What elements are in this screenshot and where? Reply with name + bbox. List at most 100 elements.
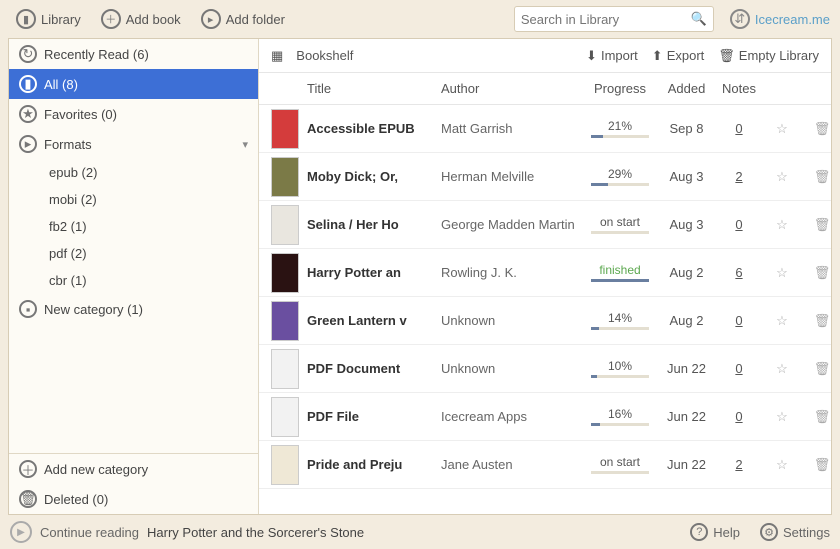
sidebar-item-format[interactable]: fb2 (1): [9, 213, 258, 240]
favorite-toggle[interactable]: ☆: [764, 313, 800, 329]
table-row[interactable]: PDF FileIcecream Apps16%Jun 220☆🗑: [259, 393, 831, 441]
help-button[interactable]: ? Help: [690, 523, 740, 541]
sidebar-item-deleted[interactable]: 🗑 Deleted (0): [9, 484, 258, 514]
delete-button[interactable]: 🗑: [804, 121, 831, 137]
delete-button[interactable]: 🗑: [804, 265, 831, 281]
book-author: Rowling J. K.: [441, 265, 581, 280]
import-label: Import: [601, 48, 638, 63]
book-title: Accessible EPUB: [307, 121, 437, 136]
delete-button[interactable]: 🗑: [804, 217, 831, 233]
sidebar-item-format[interactable]: mobi (2): [9, 186, 258, 213]
delete-button[interactable]: 🗑: [804, 313, 831, 329]
settings-label: Settings: [783, 525, 830, 540]
delete-button[interactable]: 🗑: [804, 361, 831, 377]
col-author[interactable]: Author: [441, 81, 581, 96]
progress-bar: [591, 327, 649, 330]
favorite-toggle[interactable]: ☆: [764, 409, 800, 425]
table-header: Title Author Progress Added Notes: [259, 73, 831, 105]
favorite-toggle[interactable]: ☆: [764, 121, 800, 137]
table-row[interactable]: Selina / Her HoGeorge Madden Martinon st…: [259, 201, 831, 249]
sidebar-item-format[interactable]: epub (2): [9, 159, 258, 186]
add-new-category-button[interactable]: ＋ Add new category: [9, 454, 258, 484]
table-row[interactable]: Pride and PrejuJane Austenon startJun 22…: [259, 441, 831, 489]
star-icon: ★: [19, 105, 37, 123]
book-notes-count[interactable]: 0: [718, 409, 760, 424]
book-notes-count[interactable]: 0: [718, 313, 760, 328]
book-notes-count[interactable]: 6: [718, 265, 760, 280]
book-notes-count[interactable]: 0: [718, 217, 760, 232]
book-author: George Madden Martin: [441, 217, 581, 232]
col-title[interactable]: Title: [307, 81, 437, 96]
book-notes-count[interactable]: 0: [718, 361, 760, 376]
search-input[interactable]: [521, 12, 687, 27]
top-bar: ▮ Library ＋ Add book ▸ Add folder 🔍 ⇵ Ic…: [0, 0, 840, 38]
import-button[interactable]: ⬇ Import: [586, 48, 638, 64]
add-book-button[interactable]: ＋ Add book: [95, 6, 187, 32]
table-row[interactable]: Accessible EPUBMatt Garrish21%Sep 80☆🗑: [259, 105, 831, 153]
add-folder-button[interactable]: ▸ Add folder: [195, 6, 291, 32]
book-added: Aug 2: [659, 313, 714, 328]
add-folder-label: Add folder: [226, 12, 285, 27]
sidebar-item-format[interactable]: cbr (1): [9, 267, 258, 294]
col-notes[interactable]: Notes: [718, 81, 760, 96]
book-author: Unknown: [441, 313, 581, 328]
progress-text: finished: [599, 263, 640, 277]
sidebar-bottom: ＋ Add new category 🗑 Deleted (0): [9, 453, 258, 514]
book-progress: on start: [585, 215, 655, 234]
table-row[interactable]: Green Lantern vUnknown14%Aug 20☆🗑: [259, 297, 831, 345]
favorite-toggle[interactable]: ☆: [764, 361, 800, 377]
table-row[interactable]: PDF DocumentUnknown10%Jun 220☆🗑: [259, 345, 831, 393]
delete-button[interactable]: 🗑: [804, 409, 831, 425]
book-notes-count[interactable]: 0: [718, 121, 760, 136]
play-icon[interactable]: ▶: [10, 521, 32, 543]
footer-bar: ▶ Continue reading Harry Potter and the …: [0, 515, 840, 549]
col-added[interactable]: Added: [659, 81, 714, 96]
progress-bar: [591, 375, 649, 378]
settings-button[interactable]: ⚙ Settings: [760, 523, 830, 541]
grid-icon[interactable]: ▦: [271, 48, 284, 64]
search-icon: 🔍: [691, 11, 707, 27]
file-icon: ▸: [19, 135, 37, 153]
sidebar-item-label: Recently Read (6): [44, 47, 149, 62]
plus-icon: ＋: [101, 9, 121, 29]
sidebar-item-all[interactable]: ▮ All (8): [9, 69, 258, 99]
delete-button[interactable]: 🗑: [804, 169, 831, 185]
sidebar-item-format[interactable]: pdf (2): [9, 240, 258, 267]
book-notes-count[interactable]: 2: [718, 169, 760, 184]
col-progress[interactable]: Progress: [585, 81, 655, 96]
book-notes-count[interactable]: 2: [718, 457, 760, 472]
library-button[interactable]: ▮ Library: [10, 6, 87, 32]
book-author: Jane Austen: [441, 457, 581, 472]
help-label: Help: [713, 525, 740, 540]
account-link[interactable]: ⇵ Icecream.me: [730, 9, 830, 29]
favorite-toggle[interactable]: ☆: [764, 217, 800, 233]
sidebar-item-new-category[interactable]: ▪ New category (1): [9, 294, 258, 324]
book-title: Pride and Preju: [307, 457, 437, 472]
empty-library-button[interactable]: 🗑 Empty Library: [718, 48, 819, 64]
favorite-toggle[interactable]: ☆: [764, 457, 800, 473]
progress-text: on start: [600, 455, 640, 469]
favorite-toggle[interactable]: ☆: [764, 169, 800, 185]
delete-button[interactable]: 🗑: [804, 457, 831, 473]
export-label: Export: [667, 48, 705, 63]
favorite-toggle[interactable]: ☆: [764, 265, 800, 281]
shelf-toolbar: ▦ Bookshelf ⬇ Import ⬆ Export 🗑 Empty Li…: [259, 39, 831, 73]
book-added: Jun 22: [659, 361, 714, 376]
book-added: Jun 22: [659, 409, 714, 424]
progress-text: 29%: [608, 167, 632, 181]
sidebar-item-formats[interactable]: ▸ Formats ▾: [9, 129, 258, 159]
table-row[interactable]: Harry Potter anRowling J. K.finishedAug …: [259, 249, 831, 297]
search-box[interactable]: 🔍: [514, 6, 714, 32]
book-progress: 29%: [585, 167, 655, 186]
sidebar-item-label: cbr (1): [49, 273, 87, 288]
sidebar-item-favorites[interactable]: ★ Favorites (0): [9, 99, 258, 129]
book-cover: [271, 109, 299, 149]
book-title: PDF File: [307, 409, 437, 424]
continue-reading-book[interactable]: Harry Potter and the Sorcerer's Stone: [147, 525, 364, 540]
book-added: Aug 3: [659, 217, 714, 232]
table-row[interactable]: Moby Dick; Or,Herman Melville29%Aug 32☆🗑: [259, 153, 831, 201]
export-button[interactable]: ⬆ Export: [652, 48, 704, 64]
sidebar-item-recently-read[interactable]: ↻ Recently Read (6): [9, 39, 258, 69]
folder-icon: ▪: [19, 300, 37, 318]
book-added: Sep 8: [659, 121, 714, 136]
